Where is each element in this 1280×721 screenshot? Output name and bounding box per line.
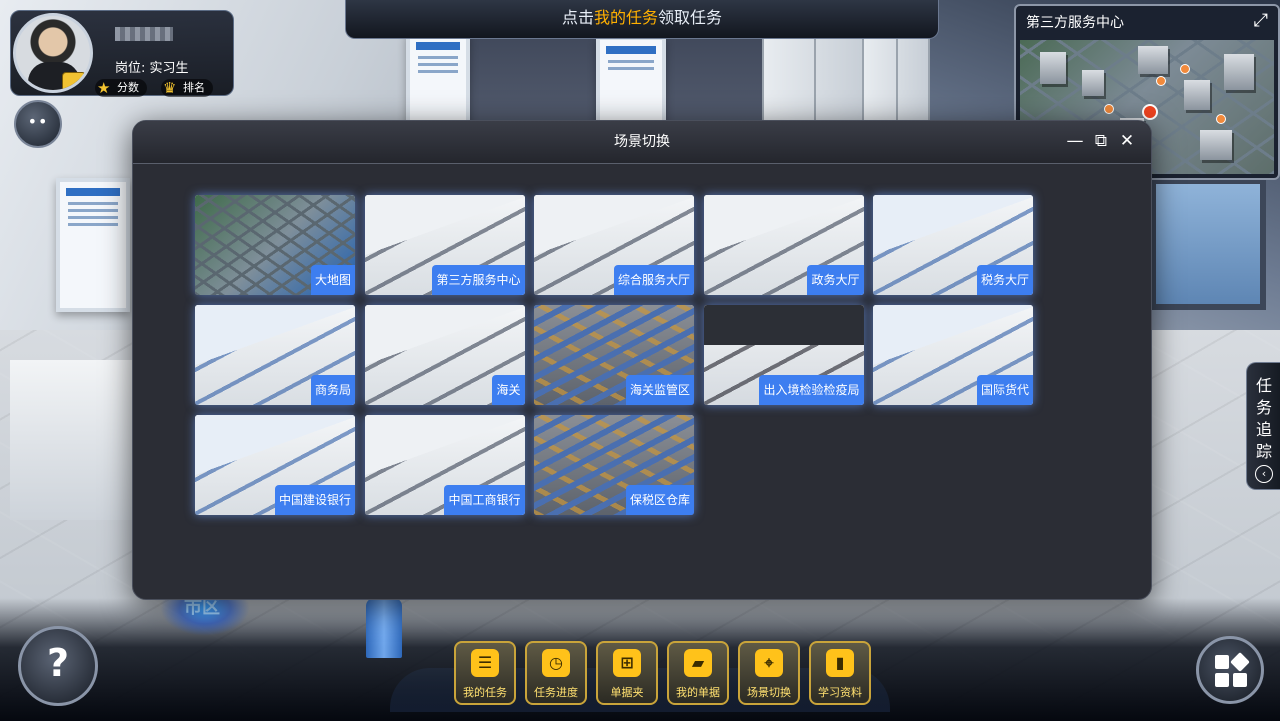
toolbar-button-label: 任务进度	[534, 686, 578, 699]
folder-add-icon: ⊞	[613, 649, 641, 677]
wall-poster	[56, 178, 130, 312]
toolbar-button[interactable]: ⌖ 场景切换	[738, 641, 800, 705]
notice-prefix: 点击	[561, 8, 594, 27]
help-person-icon: ?	[46, 641, 70, 685]
wall-poster	[596, 36, 666, 130]
scene-switch-dialog: 场景切换 — ⧉ ✕ 大地图 第三方服务中心 综合服务大厅 政务大厅 税务大厅商务局 海关…	[132, 120, 1152, 600]
scene-card[interactable]: 税务大厅	[873, 195, 1033, 295]
scene-label: 出入境检验检疫局	[759, 375, 864, 405]
wall-poster	[406, 32, 470, 132]
scene-label: 中国工商银行	[444, 485, 525, 515]
maximize-icon[interactable]: ⧉	[1091, 131, 1111, 151]
close-icon[interactable]: ✕	[1117, 131, 1137, 151]
star-icon: ★	[97, 79, 111, 97]
folder-icon: ▰	[684, 649, 712, 677]
scene-card[interactable]: 中国工商银行	[364, 415, 525, 515]
chevron-left-icon: ‹	[1255, 465, 1273, 483]
bottom-toolbar: ☰ 我的任务 ◷ 任务进度 ⊞ 单据夹 ▰ 我的单据 ⌖ 场景切换 ▮ 学习资料	[390, 636, 890, 716]
apps-grid-icon	[1215, 655, 1229, 669]
expand-icon[interactable]: ⤢	[1254, 10, 1268, 31]
map-pin-icon: ⌖	[755, 649, 783, 677]
scene-label: 第三方服务中心	[432, 265, 525, 295]
scene-card[interactable]: 第三方服务中心	[364, 195, 525, 295]
toolbar-button-label: 我的单据	[676, 686, 720, 699]
score-label: 分数	[117, 81, 139, 94]
user-name-redacted	[115, 27, 173, 41]
scene-label: 商务局	[310, 375, 355, 405]
minimize-icon[interactable]: —	[1065, 131, 1085, 151]
chat-button[interactable]: ••	[14, 100, 62, 148]
scene-label: 大地图	[310, 265, 355, 295]
scene-card[interactable]: 保税区仓库	[534, 415, 694, 515]
scene-card[interactable]: 海关	[364, 305, 525, 405]
scene-label: 保税区仓库	[625, 485, 694, 515]
rank-label: 排名	[183, 81, 205, 94]
scene-card[interactable]: 商务局	[195, 305, 355, 405]
toolbar-button-label: 场景切换	[747, 686, 791, 699]
scene-label: 中国建设银行	[274, 485, 355, 515]
score-pill[interactable]: ★ 分数	[95, 79, 147, 97]
scene-card[interactable]: 海关监管区	[534, 305, 694, 405]
help-button[interactable]: ?	[18, 626, 98, 706]
minimap-title: 第三方服务中心	[1026, 15, 1124, 31]
scene-card[interactable]: 大地图	[195, 195, 355, 295]
dialog-title: 场景切换	[614, 134, 670, 150]
user-card: 岗位: 实习生 ★ 分数 ♛ 排名	[10, 10, 234, 97]
notice-suffix: 领取任务	[658, 8, 723, 27]
window	[1150, 178, 1266, 310]
scene-card[interactable]: 政务大厅	[703, 195, 864, 295]
toolbar-button-label: 学习资料	[818, 686, 862, 699]
clock-icon: ◷	[542, 649, 570, 677]
cabinet	[762, 30, 866, 124]
toolbar-button[interactable]: ▰ 我的单据	[667, 641, 729, 705]
scene-label: 国际货代	[976, 375, 1033, 405]
apps-menu-button[interactable]	[1196, 636, 1264, 704]
notice-highlight-link[interactable]: 我的任务	[594, 8, 658, 27]
toolbar-button[interactable]: ☰ 我的任务	[454, 641, 516, 705]
crown-icon: ♛	[163, 79, 177, 97]
toolbar-button[interactable]: ⊞ 单据夹	[596, 641, 658, 705]
toolbar-button[interactable]: ▮ 学习资料	[809, 641, 871, 705]
toolbar-button[interactable]: ◷ 任务进度	[525, 641, 587, 705]
avatar[interactable]	[13, 13, 93, 93]
book-icon: ▮	[826, 649, 854, 677]
scene-card[interactable]: 综合服务大厅	[534, 195, 694, 295]
toolbar-button-label: 单据夹	[610, 686, 644, 699]
scene-label: 税务大厅	[976, 265, 1033, 295]
task-tracking-label: 任务追踪	[1255, 376, 1272, 461]
scene-label: 综合服务大厅	[613, 265, 694, 295]
scene-card[interactable]: 出入境检验检疫局	[703, 305, 864, 405]
scene-label: 海关	[492, 375, 525, 405]
list-icon: ☰	[471, 649, 499, 677]
scene-card[interactable]: 中国建设银行	[195, 415, 355, 515]
desk	[10, 360, 140, 520]
rank-pill[interactable]: ♛ 排名	[161, 79, 213, 97]
scene-label: 海关监管区	[625, 375, 694, 405]
scene-card[interactable]: 国际货代	[873, 305, 1033, 405]
cabinet	[862, 30, 930, 124]
user-position: 岗位: 实习生	[115, 61, 189, 76]
scene-label: 政务大厅	[807, 265, 864, 295]
chat-bubble-icon: ••	[27, 112, 49, 131]
task-notice: 点击我的任务领取任务	[345, 0, 939, 39]
location-pin-icon	[1142, 104, 1158, 120]
toolbar-button-label: 我的任务	[463, 686, 507, 699]
dialog-header: 场景切换 — ⧉ ✕	[133, 121, 1151, 164]
task-tracking-tab[interactable]: 任务追踪 ‹	[1246, 362, 1280, 490]
